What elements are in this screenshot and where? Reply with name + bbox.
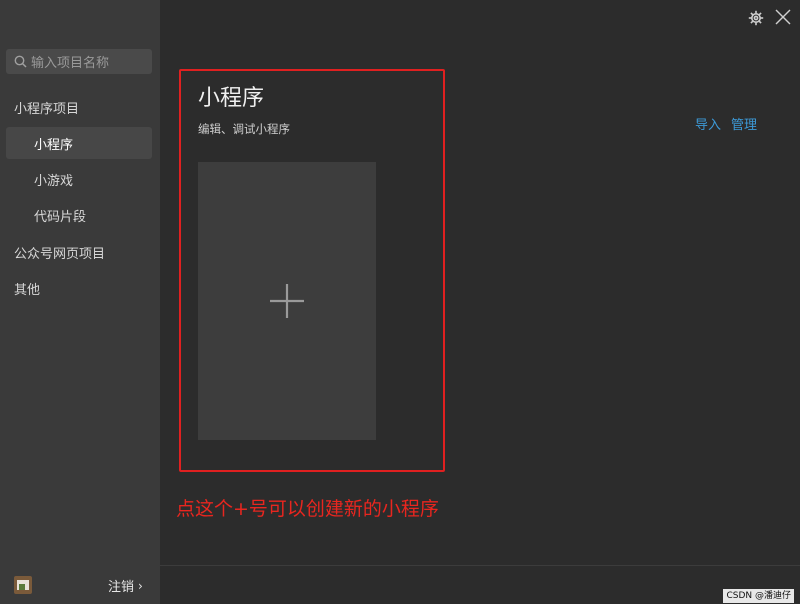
- gear-icon[interactable]: [748, 10, 764, 26]
- sidebar-item-code-snippets[interactable]: 代码片段: [6, 199, 152, 231]
- project-actions: 导入 管理: [695, 114, 757, 133]
- search-input[interactable]: 输入项目名称: [6, 49, 152, 74]
- chevron-right-icon: ›: [138, 578, 143, 593]
- sidebar-item-label: 代码片段: [34, 209, 87, 225]
- watermark: CSDN @潘迪仔: [723, 589, 794, 603]
- sidebar-item-other[interactable]: 其他: [6, 272, 152, 304]
- annotation-highlight-box: [179, 69, 445, 472]
- manage-link[interactable]: 管理: [731, 118, 757, 133]
- logout-label: 注销: [108, 580, 135, 595]
- footer-divider: [160, 565, 800, 566]
- sidebar-item-official-account-web[interactable]: 公众号网页项目: [6, 236, 152, 268]
- sidebar: 输入项目名称 小程序项目 小程序 小游戏 代码片段 公众号网页项目 其他 注销 …: [0, 0, 160, 604]
- search-icon: [14, 55, 27, 68]
- sidebar-item-miniprogram[interactable]: 小程序: [6, 127, 152, 159]
- avatar[interactable]: [14, 576, 32, 594]
- close-icon[interactable]: [774, 8, 792, 26]
- sidebar-item-label: 小游戏: [34, 173, 74, 189]
- sidebar-item-label: 小程序: [34, 137, 74, 153]
- logout-button[interactable]: 注销 ›: [108, 576, 143, 596]
- import-link[interactable]: 导入: [695, 118, 721, 133]
- annotation-text: 点这个+号可以创建新的小程序: [176, 498, 439, 520]
- sidebar-item-miniprogram-projects[interactable]: 小程序项目: [6, 91, 152, 123]
- sidebar-item-label: 小程序项目: [14, 101, 80, 117]
- sidebar-item-minigame[interactable]: 小游戏: [6, 163, 152, 195]
- sidebar-item-label: 其他: [14, 282, 41, 298]
- sidebar-item-label: 公众号网页项目: [14, 246, 106, 262]
- search-placeholder: 输入项目名称: [31, 56, 110, 71]
